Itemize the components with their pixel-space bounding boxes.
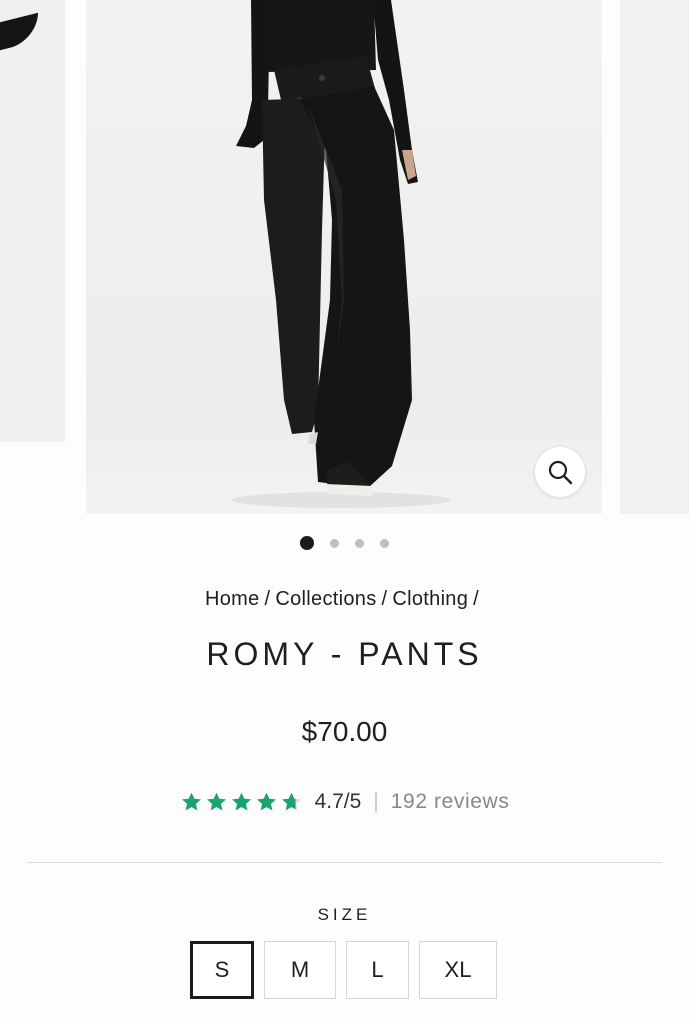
carousel-dot-4[interactable]	[380, 538, 389, 548]
size-label: SIZE	[317, 905, 372, 924]
model-wearing-pants-illustration	[231, 0, 451, 508]
carousel-dots	[300, 536, 389, 550]
zoom-image-button[interactable]	[535, 447, 585, 497]
star-full-icon	[231, 792, 251, 811]
rating-separator: |	[373, 790, 379, 813]
section-divider	[27, 862, 662, 863]
star-partial-icon	[281, 792, 301, 811]
carousel-dot-1[interactable]	[300, 536, 314, 550]
breadcrumb: Home / Collections / Clothing /	[0, 588, 689, 611]
breadcrumb-home[interactable]: Home	[205, 588, 260, 610]
star-full-icon	[181, 792, 201, 811]
size-selector: S M L XL	[190, 941, 497, 999]
star-full-icon	[206, 792, 226, 811]
magnifier-icon	[548, 460, 573, 485]
size-option-xl[interactable]: XL	[419, 941, 497, 999]
size-option-s[interactable]: S	[190, 941, 254, 999]
product-image-carousel[interactable]	[0, 0, 689, 514]
size-option-m[interactable]: M	[264, 941, 336, 999]
breadcrumb-separator: /	[473, 588, 480, 610]
product-title: ROMY - PANTS	[206, 636, 483, 672]
breadcrumb-clothing[interactable]: Clothing	[392, 588, 468, 610]
previous-image-garment-shape	[0, 12, 38, 56]
main-product-image[interactable]	[86, 0, 602, 514]
product-rating[interactable]: 4.7/5 | 192 reviews	[0, 790, 689, 814]
breadcrumb-collections[interactable]: Collections	[275, 588, 376, 610]
carousel-dot-3[interactable]	[355, 538, 364, 548]
rating-stars	[180, 791, 303, 813]
breadcrumb-separator: /	[381, 588, 388, 610]
size-option-l[interactable]: L	[346, 941, 409, 999]
star-full-icon	[256, 792, 276, 811]
product-price: $70.00	[301, 716, 388, 747]
breadcrumb-separator: /	[264, 588, 271, 610]
next-product-image[interactable]	[620, 0, 689, 514]
previous-product-image[interactable]	[0, 0, 65, 442]
carousel-dot-2[interactable]	[330, 538, 339, 548]
rating-score: 4.7/5	[314, 790, 362, 813]
reviews-link[interactable]: 192 reviews	[391, 790, 510, 814]
